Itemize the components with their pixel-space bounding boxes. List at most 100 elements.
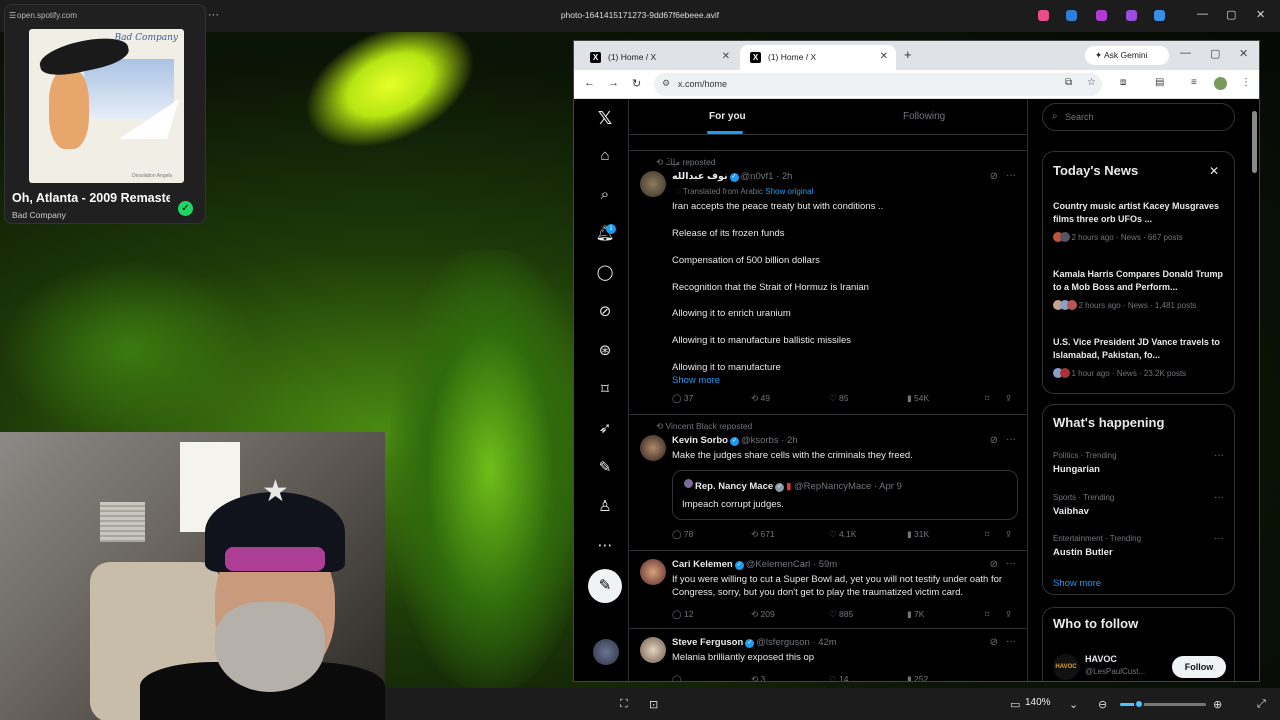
follow-avatar[interactable]: HAVOC — [1053, 654, 1079, 680]
news-item-title[interactable]: Kamala Harris Compares Donald Trump to a… — [1053, 268, 1229, 294]
more-icon[interactable]: ··· — [1006, 636, 1016, 647]
aspect-ratio-icon[interactable]: ▭ — [1010, 698, 1020, 711]
spotify-mini-player[interactable]: ☰ open.spotify.com Bad Company Desolatio… — [4, 4, 206, 224]
close-window-icon[interactable]: ✕ — [1239, 47, 1248, 60]
clipchamp-icon[interactable] — [1126, 10, 1137, 21]
more-icon[interactable]: ··· — [1006, 434, 1016, 445]
author-name[interactable]: Kevin Sorbo — [672, 435, 728, 446]
home-icon[interactable]: ⌂ — [592, 143, 618, 169]
back-icon[interactable]: ← — [584, 77, 595, 89]
trend-name[interactable]: Austin Butler — [1053, 547, 1113, 558]
news-item-title[interactable]: U.S. Vice President JD Vance travels to … — [1053, 336, 1229, 362]
quoted-tweet[interactable]: Rep. Nancy Mace ✓ ▮ @RepNancyMace · Apr 9 … — [672, 470, 1018, 520]
views-button[interactable]: ▮ 54K — [907, 393, 929, 404]
grok-icon[interactable]: ⊘ — [990, 559, 998, 570]
grok-icon[interactable]: ⊘ — [990, 435, 998, 446]
tab-following[interactable]: Following — [903, 111, 945, 122]
bookmarks-icon[interactable]: ⌑ — [592, 377, 618, 403]
onedrive-icon[interactable] — [1154, 10, 1165, 21]
repost-button[interactable]: ⟲ 209 — [751, 609, 775, 620]
ocr-text-icon[interactable]: ⊡ — [649, 698, 658, 711]
like-button[interactable]: ♡ 885 — [829, 609, 853, 620]
bookmark-icon[interactable]: ⌑ — [985, 529, 989, 540]
author-name[interactable]: Steve Ferguson — [672, 637, 743, 648]
like-button[interactable]: ♡ 4.1K — [829, 529, 856, 540]
more-icon[interactable]: ··· — [1214, 492, 1224, 503]
grok-icon[interactable]: ⊘ — [990, 171, 998, 182]
tweet[interactable]: Cari Kelemen ✓ @KelemenCarl · 59m ⊘ ··· If… — [629, 551, 1027, 629]
follow-button[interactable]: Follow — [1172, 656, 1226, 678]
author-handle-time[interactable]: @ksorbs · 2h — [741, 435, 798, 446]
show-more-link[interactable]: Show more — [1053, 578, 1101, 589]
profile-icon[interactable]: ♙ — [592, 494, 618, 520]
browser-tab[interactable]: X (1) Home / X ✕ — [580, 45, 738, 70]
show-original-link[interactable]: Show original — [765, 187, 813, 196]
views-button[interactable]: ▮ 7K — [907, 609, 924, 620]
author-handle-time[interactable]: @n0vf1 · 2h — [741, 171, 793, 182]
fullscreen-icon[interactable]: ⤢ — [1257, 698, 1266, 711]
show-more-link[interactable]: Show more — [672, 375, 720, 386]
site-info-icon[interactable]: ⚙ — [662, 78, 670, 89]
grok-icon[interactable]: ⊘ — [592, 299, 618, 325]
grok-icon[interactable]: ⊘ — [990, 637, 998, 648]
maximize-icon[interactable]: ▢ — [1226, 8, 1236, 21]
account-avatar[interactable] — [593, 639, 619, 665]
minimize-icon[interactable]: — — [1197, 8, 1208, 20]
repost-button[interactable]: ⟲ 671 — [751, 529, 775, 540]
more-icon[interactable]: ··· — [1006, 170, 1016, 181]
author-name[interactable]: Cari Kelemen — [672, 559, 733, 570]
scrollbar-thumb[interactable] — [1252, 111, 1257, 173]
reload-icon[interactable]: ↻ — [632, 77, 641, 90]
messages-icon[interactable]: ◯ — [592, 260, 618, 286]
share-icon[interactable]: ⇪ — [1005, 609, 1012, 620]
trend-name[interactable]: Vaibhav — [1053, 506, 1089, 517]
reply-button[interactable]: ◯ 12 — [672, 609, 693, 620]
forward-icon[interactable]: → — [608, 77, 619, 89]
maximize-icon[interactable]: ▢ — [1210, 47, 1220, 60]
tweet-avatar[interactable] — [640, 171, 666, 197]
news-item-title[interactable]: Country music artist Kacey Musgraves fil… — [1053, 200, 1229, 226]
bookmark-icon[interactable]: ⌑ — [985, 393, 989, 404]
bookmark-star-icon[interactable]: ☆ — [1087, 77, 1096, 88]
minimize-icon[interactable]: — — [1180, 47, 1191, 59]
url-text[interactable]: x.com/home — [678, 79, 727, 89]
reply-button[interactable]: ◯ 37 — [672, 393, 693, 404]
reply-button[interactable]: ◯ — [672, 674, 682, 681]
song-artist[interactable]: Bad Company — [12, 210, 66, 220]
follow-name[interactable]: HAVOC — [1085, 654, 1117, 664]
tweet-avatar[interactable] — [640, 637, 666, 663]
install-app-icon[interactable]: ⧉ — [1065, 77, 1072, 88]
chevron-down-icon[interactable]: ⌄ — [1069, 698, 1078, 711]
browser-tab-active[interactable]: X (1) Home / X ✕ — [740, 45, 896, 70]
side-panel-icon[interactable]: ▤ — [1155, 77, 1164, 88]
ask-gemini-button[interactable]: ✦ Ask Gemini — [1085, 46, 1169, 65]
x-logo-icon[interactable]: 𝕏 — [592, 105, 618, 131]
search-input[interactable]: ⌕ Search — [1042, 103, 1235, 131]
extensions-icon[interactable]: ⧈ — [1120, 77, 1126, 88]
fit-screen-icon[interactable]: ⛶ — [620, 698, 628, 711]
page-scrollbar[interactable] — [1250, 99, 1259, 681]
tweet-avatar[interactable] — [640, 435, 666, 461]
views-button[interactable]: ▮ 31K — [907, 529, 929, 540]
more-icon[interactable]: ⋯ — [592, 533, 618, 559]
zoom-slider-handle[interactable] — [1133, 699, 1144, 709]
close-icon[interactable]: ✕ — [1256, 8, 1265, 21]
like-button[interactable]: ♡ 14 — [829, 674, 848, 681]
like-button[interactable]: ♡ 85 — [829, 393, 848, 404]
author-handle-time[interactable]: @lsferguson · 42m — [756, 637, 836, 648]
designer-icon[interactable] — [1096, 10, 1107, 21]
more-icon[interactable]: ··· — [1214, 533, 1224, 544]
follow-handle[interactable]: @LesPaulCust... — [1085, 667, 1145, 676]
explore-search-icon[interactable]: ⌕ — [592, 182, 618, 208]
zoom-out-icon[interactable]: ⊖ — [1098, 698, 1107, 711]
close-tab-icon[interactable]: ✕ — [880, 51, 888, 62]
views-button[interactable]: ▮ 252 — [907, 674, 928, 681]
tweet-avatar[interactable] — [640, 559, 666, 585]
repost-button[interactable]: ⟲ 49 — [751, 393, 770, 404]
premium-rocket-icon[interactable]: ➶ — [592, 416, 618, 442]
share-icon[interactable]: ⇪ — [1005, 393, 1012, 404]
author-handle-time[interactable]: @KelemenCarl · 59m — [746, 559, 837, 570]
profile-avatar[interactable] — [1214, 77, 1227, 90]
edit-image-icon[interactable] — [1066, 10, 1077, 21]
reply-button[interactable]: ◯ 78 — [672, 529, 693, 540]
